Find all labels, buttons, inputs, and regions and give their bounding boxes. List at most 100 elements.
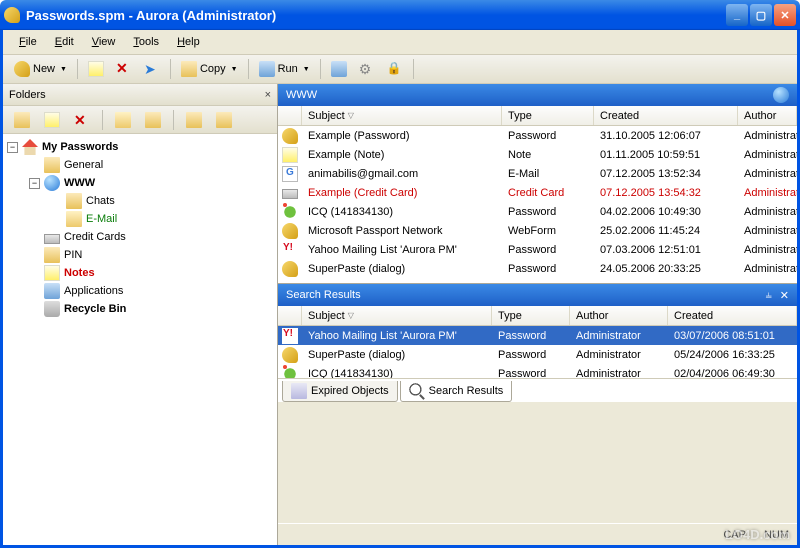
copy-button[interactable]: Copy▼ (176, 58, 243, 80)
tree-label: WWW (64, 177, 95, 189)
tree-item-chats[interactable]: Chats (7, 192, 273, 210)
lock-icon: 🔒 (387, 61, 403, 77)
table-row[interactable]: ICQ (141834130)PasswordAdministrator02/0… (278, 364, 797, 378)
menu-tools[interactable]: Tools (125, 34, 167, 50)
menu-view[interactable]: View (84, 34, 124, 50)
col-type[interactable]: Type (492, 306, 570, 325)
close-button[interactable]: ✕ (774, 4, 796, 26)
tree-item-credit[interactable]: Credit Cards (7, 228, 273, 246)
menu-edit[interactable]: Edit (47, 34, 82, 50)
tool-button-3[interactable]: 🔒 (382, 58, 408, 80)
cell-type: Password (492, 348, 570, 362)
cell-type: E-Mail (502, 167, 594, 181)
table-row[interactable]: animabilis@gmail.comE-Mail07.12.2005 13:… (278, 164, 797, 183)
cell-created: 04.02.2006 10:49:30 (594, 205, 738, 219)
tree-item-general[interactable]: General (7, 156, 273, 174)
cell-type: WebForm (502, 224, 594, 238)
cell-subject: ICQ (141834130) (302, 205, 502, 219)
cell-created: 07.12.2005 13:54:32 (594, 186, 738, 200)
tree-toggle[interactable]: − (29, 178, 40, 189)
table-row[interactable]: Example (Note)Note01.11.2005 10:59:51Adm… (278, 145, 797, 164)
sort-icon: ▽ (348, 311, 354, 320)
folder-icon (145, 112, 161, 128)
cell-subject: Example (Credit Card) (302, 186, 502, 200)
folder-tool-4[interactable] (211, 109, 237, 131)
tree-item-www[interactable]: − WWW (7, 174, 273, 192)
new-folder-button[interactable] (9, 109, 35, 131)
tree-item-notes[interactable]: Notes (7, 264, 273, 282)
close-icon[interactable]: ✕ (780, 289, 789, 302)
cell-subject: SuperPaste (dialog) (302, 348, 492, 362)
new-button[interactable]: New ▼ (9, 58, 72, 80)
cell-type: Password (492, 367, 570, 379)
copy-label: Copy (200, 63, 226, 75)
col-created[interactable]: Created (594, 106, 738, 125)
table-row[interactable]: Yahoo Mailing List 'Aurora PM'Password07… (278, 240, 797, 259)
folder-open-icon (115, 112, 131, 128)
table-row[interactable]: ICQ (141834130)Password04.02.2006 10:49:… (278, 202, 797, 221)
cell-type: Password (502, 129, 594, 143)
col-author[interactable]: Author (570, 306, 668, 325)
cell-type: Password (492, 329, 570, 343)
pin-icon[interactable]: ⫨ (766, 289, 772, 302)
col-author[interactable]: Author (738, 106, 797, 125)
tool-button-2[interactable]: ⚙ (354, 58, 380, 80)
folders-close-button[interactable]: × (265, 89, 271, 101)
row-icon (282, 223, 298, 239)
window-icon (331, 61, 347, 77)
tree-item-apps[interactable]: Applications (7, 282, 273, 300)
table-row[interactable]: Yahoo Mailing List 'Aurora PM'PasswordAd… (278, 326, 797, 345)
run-icon (259, 61, 275, 77)
col-type[interactable]: Type (502, 106, 594, 125)
folder-tool-1[interactable] (110, 109, 136, 131)
new-label: New (33, 63, 55, 75)
table-row[interactable]: Example (Password)Password31.10.2005 12:… (278, 126, 797, 145)
cell-created: 31.10.2005 12:06:07 (594, 129, 738, 143)
tree-item-email[interactable]: E-Mail (7, 210, 273, 228)
tree-label: Applications (64, 285, 123, 297)
cell-created: 01.11.2005 10:59:51 (594, 148, 738, 162)
folder-icon (186, 112, 202, 128)
table-row[interactable]: SuperPaste (dialog)PasswordAdministrator… (278, 345, 797, 364)
table-row[interactable]: Microsoft Passport NetworkWebForm25.02.2… (278, 221, 797, 240)
arrow-button[interactable]: ➤ (139, 58, 165, 80)
edit-folder-button[interactable] (39, 109, 65, 131)
row-icon (282, 204, 298, 220)
run-button[interactable]: Run▼ (254, 58, 315, 80)
cell-created: 07.03.2006 12:51:01 (594, 243, 738, 257)
delete-folder-button[interactable]: ✕ (69, 109, 95, 131)
col-subject[interactable]: Subject▽ (302, 106, 502, 125)
tree-item-root[interactable]: − My Passwords (7, 138, 273, 156)
col-icon[interactable] (278, 106, 302, 125)
menu-file[interactable]: File (11, 34, 45, 50)
tree-item-bin[interactable]: Recycle Bin (7, 300, 273, 318)
edit-button[interactable] (83, 58, 109, 80)
copy-icon (181, 61, 197, 77)
tab-expired[interactable]: Expired Objects (282, 381, 398, 402)
chevron-down-icon: ▼ (60, 66, 67, 73)
cell-created: 03/07/2006 08:51:01 (668, 329, 797, 343)
col-subject[interactable]: Subject▽ (302, 306, 492, 325)
maximize-button[interactable]: ▢ (750, 4, 772, 26)
tool-button-1[interactable] (326, 58, 352, 80)
folder-tool-3[interactable] (181, 109, 207, 131)
cell-author: Administrator (570, 348, 668, 362)
tree-item-pin[interactable]: PIN (7, 246, 273, 264)
tree-label: PIN (64, 249, 82, 261)
tab-search[interactable]: Search Results (400, 381, 513, 402)
statusbar: CAP NUM (278, 523, 797, 545)
tree-toggle[interactable]: − (7, 142, 18, 153)
bin-icon (44, 301, 60, 317)
delete-button[interactable]: ✕ (111, 58, 137, 80)
col-icon[interactable] (278, 306, 302, 325)
menubar: File Edit View Tools Help (3, 30, 797, 54)
folder-tool-2[interactable] (140, 109, 166, 131)
table-row[interactable]: SuperPaste (dialog)Password24.05.2006 20… (278, 259, 797, 278)
www-pane: WWW Subject▽ Type Created Author Example… (278, 84, 797, 284)
cell-type: Note (502, 148, 594, 162)
delete-icon: ✕ (116, 61, 132, 77)
minimize-button[interactable]: _ (726, 4, 748, 26)
menu-help[interactable]: Help (169, 34, 208, 50)
table-row[interactable]: Example (Credit Card)Credit Card07.12.20… (278, 183, 797, 202)
col-created[interactable]: Created (668, 306, 797, 325)
